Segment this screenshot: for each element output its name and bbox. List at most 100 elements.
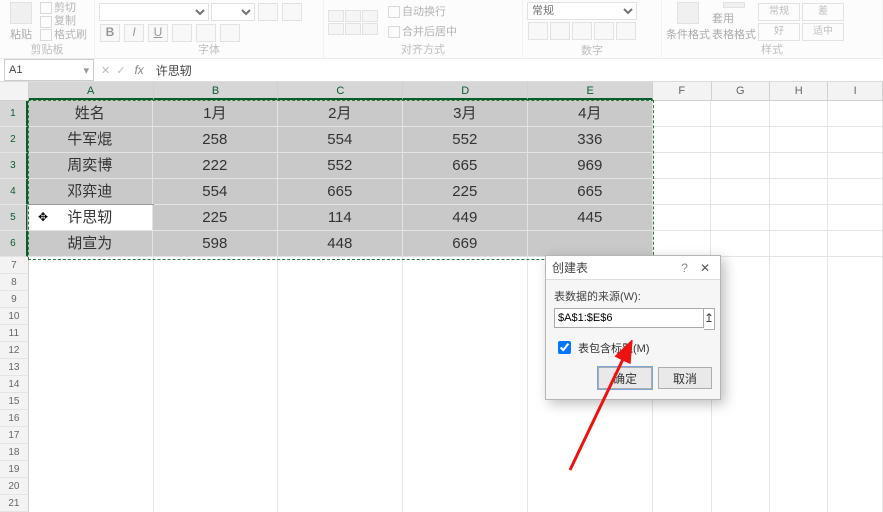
cell[interactable] — [711, 153, 770, 179]
cell[interactable] — [528, 427, 653, 445]
cell[interactable] — [653, 101, 712, 127]
cell[interactable] — [278, 376, 403, 394]
comma-button[interactable] — [572, 22, 592, 40]
cell[interactable] — [828, 410, 883, 428]
cell[interactable]: 665 — [528, 179, 653, 205]
cell[interactable] — [828, 325, 883, 343]
cell[interactable] — [154, 342, 279, 360]
row-21[interactable]: 21 — [0, 495, 883, 512]
cell[interactable] — [770, 427, 828, 445]
row-header-11[interactable]: 11 — [0, 325, 29, 342]
cell[interactable] — [828, 205, 883, 231]
row-header-18[interactable]: 18 — [0, 444, 29, 461]
cell[interactable] — [278, 274, 403, 292]
cell[interactable]: 222 — [153, 153, 278, 179]
cell[interactable] — [770, 359, 828, 377]
cell[interactable] — [278, 461, 403, 479]
row-header-17[interactable]: 17 — [0, 427, 29, 444]
fx-icon[interactable]: fx — [134, 63, 143, 77]
row-14[interactable]: 14 — [0, 376, 883, 393]
cell[interactable] — [653, 231, 712, 257]
cell[interactable] — [653, 495, 711, 512]
cell[interactable] — [278, 393, 403, 411]
cell[interactable]: 胡宣为 — [28, 231, 153, 257]
cell[interactable] — [828, 427, 883, 445]
cell[interactable]: 554 — [278, 127, 403, 153]
increase-font-button[interactable] — [258, 3, 278, 21]
cell[interactable] — [828, 179, 883, 205]
select-all-button[interactable] — [0, 82, 29, 100]
cell[interactable] — [29, 444, 154, 462]
cell[interactable] — [403, 308, 528, 326]
cell[interactable]: 1月 — [153, 101, 278, 127]
cell[interactable] — [770, 291, 828, 309]
cell[interactable] — [653, 153, 712, 179]
italic-button[interactable]: I — [124, 24, 144, 42]
row-header-9[interactable]: 9 — [0, 291, 29, 308]
cell[interactable] — [154, 478, 279, 496]
cell[interactable] — [29, 291, 154, 309]
cell[interactable] — [403, 393, 528, 411]
cell[interactable]: 牛军焜 — [28, 127, 153, 153]
cut-button[interactable]: 剪切 — [40, 2, 87, 15]
row-10[interactable]: 10 — [0, 308, 883, 325]
cell[interactable] — [154, 461, 279, 479]
style-bad[interactable]: 差 — [802, 3, 844, 21]
cell[interactable]: 552 — [278, 153, 403, 179]
font-family-select[interactable] — [99, 3, 209, 21]
percent-button[interactable] — [550, 22, 570, 40]
cell[interactable] — [29, 325, 154, 343]
cell[interactable] — [278, 478, 403, 496]
row-header-4[interactable]: 4 — [0, 179, 28, 205]
row-3[interactable]: 3周奕博222552665969 — [0, 153, 883, 179]
cell[interactable] — [278, 291, 403, 309]
cell[interactable] — [403, 274, 528, 292]
cell[interactable] — [828, 101, 883, 127]
cell[interactable] — [278, 257, 403, 275]
cell[interactable] — [278, 308, 403, 326]
cell[interactable] — [154, 325, 279, 343]
style-good[interactable]: 好 — [758, 23, 800, 41]
range-input[interactable] — [554, 308, 704, 328]
row-header-10[interactable]: 10 — [0, 308, 29, 325]
col-header-h[interactable]: H — [770, 82, 828, 100]
cell[interactable] — [29, 359, 154, 377]
row-header-13[interactable]: 13 — [0, 359, 29, 376]
cell[interactable] — [278, 427, 403, 445]
cell[interactable] — [770, 274, 828, 292]
cell[interactable] — [29, 342, 154, 360]
col-header-g[interactable]: G — [712, 82, 770, 100]
row-header-8[interactable]: 8 — [0, 274, 29, 291]
cell[interactable] — [528, 495, 653, 512]
cell[interactable] — [770, 444, 828, 462]
underline-button[interactable]: U — [148, 24, 168, 42]
cell[interactable] — [653, 127, 712, 153]
cell[interactable] — [711, 127, 770, 153]
row-9[interactable]: 9 — [0, 291, 883, 308]
cell[interactable] — [653, 427, 711, 445]
cell[interactable] — [154, 257, 279, 275]
cell[interactable] — [770, 257, 828, 275]
cell[interactable] — [828, 127, 883, 153]
cell[interactable] — [828, 444, 883, 462]
row-header-2[interactable]: 2 — [0, 127, 28, 153]
row-header-12[interactable]: 12 — [0, 342, 29, 359]
cell[interactable]: 258 — [153, 127, 278, 153]
cell[interactable]: 665 — [403, 153, 528, 179]
conditional-format-button[interactable]: 条件格式 — [666, 2, 710, 42]
cell[interactable] — [828, 393, 883, 411]
cell[interactable] — [154, 495, 279, 512]
row-header-7[interactable]: 7 — [0, 257, 29, 274]
cell[interactable]: 邓弈迪 — [28, 179, 153, 205]
cell[interactable] — [653, 179, 712, 205]
cell[interactable] — [29, 427, 154, 445]
format-painter-button[interactable]: 格式刷 — [40, 29, 87, 42]
cell[interactable] — [712, 427, 770, 445]
ok-button[interactable]: 确定 — [598, 367, 652, 389]
cell[interactable] — [154, 308, 279, 326]
col-header-b[interactable]: B — [154, 82, 279, 100]
cell[interactable] — [29, 308, 154, 326]
cell[interactable]: 554 — [153, 179, 278, 205]
cell[interactable] — [711, 231, 770, 257]
copy-button[interactable]: 复制 — [40, 15, 87, 28]
